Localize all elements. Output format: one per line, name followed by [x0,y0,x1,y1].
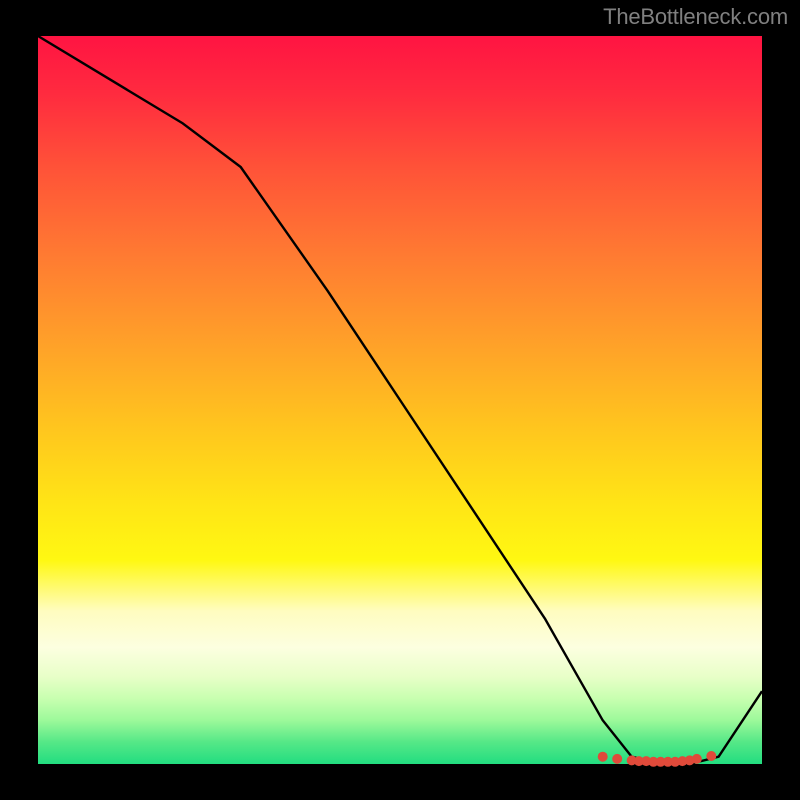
data-marker [598,752,608,762]
chart-frame: TheBottleneck.com [0,0,800,800]
chart-svg [38,36,762,764]
data-marker [692,754,702,764]
attribution-text: TheBottleneck.com [603,4,788,30]
data-marker [706,751,716,761]
data-marker [612,754,622,764]
plot-area [38,36,762,764]
bottleneck-curve [38,36,762,764]
marker-cluster [598,751,717,767]
